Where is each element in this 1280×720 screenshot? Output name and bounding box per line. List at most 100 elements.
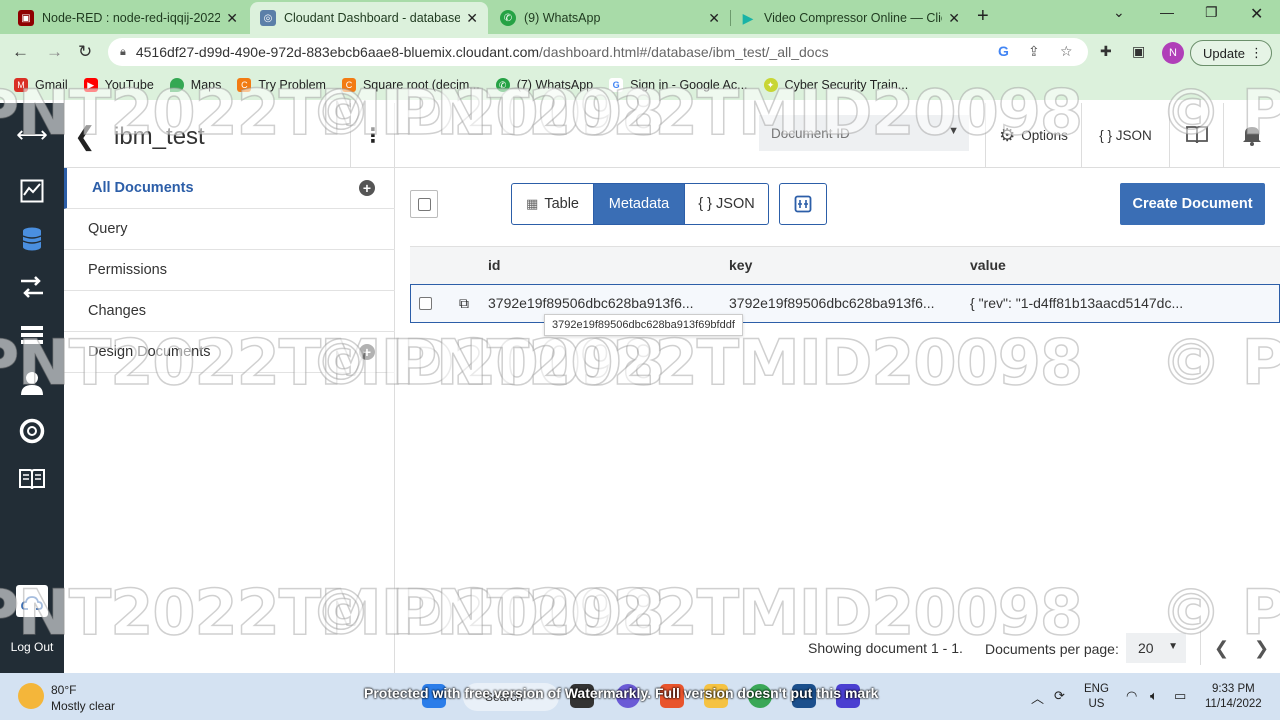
bookmark-gmail[interactable]: M Gmail bbox=[14, 78, 68, 92]
volume-icon[interactable]: 🔈︎ bbox=[1150, 688, 1158, 704]
json-label: { } JSON bbox=[1099, 127, 1152, 143]
gmail-icon: M bbox=[14, 78, 28, 92]
next-page-icon[interactable]: ❯ bbox=[1254, 638, 1269, 659]
account-user-icon[interactable] bbox=[18, 369, 46, 397]
add-design-document-icon[interactable]: + bbox=[359, 344, 375, 360]
google-icon: G bbox=[609, 78, 624, 92]
bookmark-square-root[interactable]: C Square root (decim... bbox=[341, 78, 480, 92]
tab-title: Video Compressor Online — Clic bbox=[764, 11, 943, 25]
active-tasks-icon[interactable] bbox=[18, 321, 46, 349]
share-icon[interactable]: ⇪ bbox=[1028, 43, 1040, 60]
profile-avatar[interactable]: N bbox=[1162, 42, 1184, 64]
bookmark-star-icon[interactable]: ☆ bbox=[1060, 43, 1073, 60]
bookmark-maps[interactable]: Maps bbox=[169, 78, 221, 92]
expand-nav-icon[interactable]: ⟷ bbox=[16, 121, 48, 149]
bookmark-label: Square root (decim... bbox=[362, 78, 480, 92]
close-tab-icon[interactable]: ✕ bbox=[708, 10, 720, 27]
language-indicator[interactable]: ENG US bbox=[1084, 682, 1109, 712]
temperature: 80°F bbox=[51, 683, 77, 697]
options-button[interactable]: ⚙ Options bbox=[985, 103, 1081, 167]
tab-whatsapp[interactable]: ✆ (9) WhatsApp ✕ bbox=[490, 2, 730, 34]
column-id[interactable]: id bbox=[488, 257, 500, 273]
chevron-up-icon[interactable]: ︿ bbox=[1031, 688, 1044, 707]
bookmark-whatsapp[interactable]: ✆ (7) WhatsApp bbox=[495, 78, 593, 92]
table-row[interactable]: ⧉ 3792e19f89506dbc628ba913f6... 3792e19f… bbox=[410, 284, 1280, 323]
column-key[interactable]: key bbox=[729, 257, 752, 273]
update-button[interactable]: Update ⋮ bbox=[1190, 40, 1272, 66]
table-config-icon[interactable] bbox=[779, 183, 827, 225]
weather-moon-icon[interactable] bbox=[18, 683, 44, 709]
sidebar-item-changes[interactable]: Changes bbox=[64, 291, 395, 332]
reload-icon[interactable]: ↻ bbox=[78, 42, 92, 62]
language-code: ENG bbox=[1084, 683, 1109, 695]
view-table-button[interactable]: ▦ Table bbox=[512, 184, 594, 224]
add-document-icon[interactable]: + bbox=[359, 180, 375, 196]
replication-icon[interactable] bbox=[18, 273, 46, 301]
bookmark-google-signin[interactable]: G Sign in - Google Ac... bbox=[609, 78, 748, 92]
clock[interactable]: 9:33 PM 11/14/2022 bbox=[1205, 682, 1262, 712]
create-document-button[interactable]: Create Document bbox=[1120, 183, 1265, 225]
docs-book-icon[interactable] bbox=[1169, 103, 1223, 167]
per-page-select[interactable]: 20 ▼ bbox=[1126, 633, 1186, 663]
bookmark-try-problem[interactable]: C Try Problem bbox=[237, 78, 326, 92]
logout-icon[interactable] bbox=[16, 585, 48, 617]
tab-video-compressor[interactable]: ▶ Video Compressor Online — Clic ✕ bbox=[730, 2, 970, 34]
side-panel-icon[interactable]: ▣ bbox=[1132, 43, 1145, 60]
bookmarks-bar: M Gmail ▶ YouTube Maps C Try Problem C Squar… bbox=[0, 70, 1280, 100]
row-checkbox[interactable] bbox=[419, 297, 432, 310]
url-field[interactable]: 🔒︎ 4516df27-d99d-490e-972d-883ebcb6aae8-… bbox=[108, 38, 1088, 66]
url-path: /dashboard.html#/database/ibm_test/_all_… bbox=[539, 44, 829, 60]
bookmark-cyber-security[interactable]: ✦ Cyber Security Train... bbox=[763, 78, 908, 92]
logout-label[interactable]: Log Out bbox=[0, 640, 64, 654]
forward-icon[interactable]: → bbox=[46, 42, 63, 62]
showing-count: Showing document 1 - 1. bbox=[808, 640, 963, 656]
node-red-favicon-icon: ▣ bbox=[18, 10, 34, 26]
id-tooltip: 3792e19f89506dbc628ba913f69bfddf bbox=[544, 314, 743, 336]
sidebar-item-all-documents[interactable]: All Documents + bbox=[64, 168, 395, 209]
google-icon[interactable]: G bbox=[998, 43, 1009, 59]
document-id-field[interactable]: Document ID ▼ bbox=[759, 115, 969, 151]
cell-id[interactable]: 3792e19f89506dbc628ba913f6... bbox=[488, 295, 694, 311]
back-icon[interactable]: ← bbox=[12, 42, 29, 62]
support-lifebuoy-icon[interactable] bbox=[18, 417, 46, 445]
per-page-value: 20 bbox=[1138, 640, 1154, 656]
close-tab-icon[interactable]: ✕ bbox=[466, 10, 478, 27]
tab-search-icon[interactable]: ⌄ bbox=[1113, 4, 1125, 21]
notification-bell-icon[interactable] bbox=[1223, 103, 1280, 167]
select-all-toggle[interactable] bbox=[410, 190, 438, 218]
sidebar-item-query[interactable]: Query bbox=[64, 209, 395, 250]
documentation-book-icon[interactable] bbox=[18, 465, 46, 493]
view-metadata-button[interactable]: Metadata bbox=[594, 184, 685, 224]
close-tab-icon[interactable]: ✕ bbox=[226, 10, 238, 27]
tab-cloudant[interactable]: ◎ Cloudant Dashboard - database/ ✕ bbox=[250, 2, 488, 34]
view-json-button[interactable]: { } JSON bbox=[685, 184, 768, 224]
extensions-icon[interactable]: ✚ bbox=[1100, 43, 1112, 60]
bookmark-label: Try Problem bbox=[258, 78, 326, 92]
chevron-left-icon[interactable]: ❮ bbox=[74, 121, 96, 152]
minimize-icon[interactable]: — bbox=[1160, 4, 1174, 20]
whatsapp-favicon-icon: ✆ bbox=[500, 10, 516, 26]
sidebar-item-design-documents[interactable]: Design Documents + bbox=[64, 332, 395, 373]
sync-icon[interactable]: ⟳ bbox=[1054, 688, 1065, 704]
monitoring-chart-icon[interactable] bbox=[18, 177, 46, 205]
column-value[interactable]: value bbox=[970, 257, 1006, 273]
json-api-button[interactable]: { } JSON bbox=[1081, 103, 1169, 167]
close-window-icon[interactable]: ✕ bbox=[1250, 4, 1263, 24]
copy-document-icon[interactable]: ⧉ bbox=[459, 295, 469, 312]
tab-node-red[interactable]: ▣ Node-RED : node-red-iqqij-2022 ✕ bbox=[8, 2, 248, 34]
bookmark-youtube[interactable]: ▶ YouTube bbox=[83, 78, 154, 92]
close-tab-icon[interactable]: ✕ bbox=[948, 10, 960, 27]
youtube-icon: ▶ bbox=[83, 78, 98, 92]
select-all-checkbox[interactable] bbox=[417, 197, 431, 211]
prev-page-icon[interactable]: ❮ bbox=[1214, 638, 1229, 659]
weather-widget[interactable]: 80°F Mostly clear bbox=[51, 682, 115, 714]
database-menu-icon[interactable]: ⋮ bbox=[350, 103, 395, 167]
battery-icon[interactable]: ▭ bbox=[1174, 688, 1186, 704]
restore-icon[interactable]: ❐ bbox=[1205, 4, 1218, 21]
new-tab-icon[interactable]: + bbox=[977, 5, 989, 28]
wifi-icon[interactable]: ◠ bbox=[1126, 688, 1137, 704]
view-mode-toggle: ▦ Table Metadata { } JSON bbox=[511, 183, 769, 225]
bookmark-label: YouTube bbox=[104, 78, 154, 92]
databases-icon[interactable] bbox=[18, 225, 46, 253]
sidebar-item-permissions[interactable]: Permissions bbox=[64, 250, 395, 291]
